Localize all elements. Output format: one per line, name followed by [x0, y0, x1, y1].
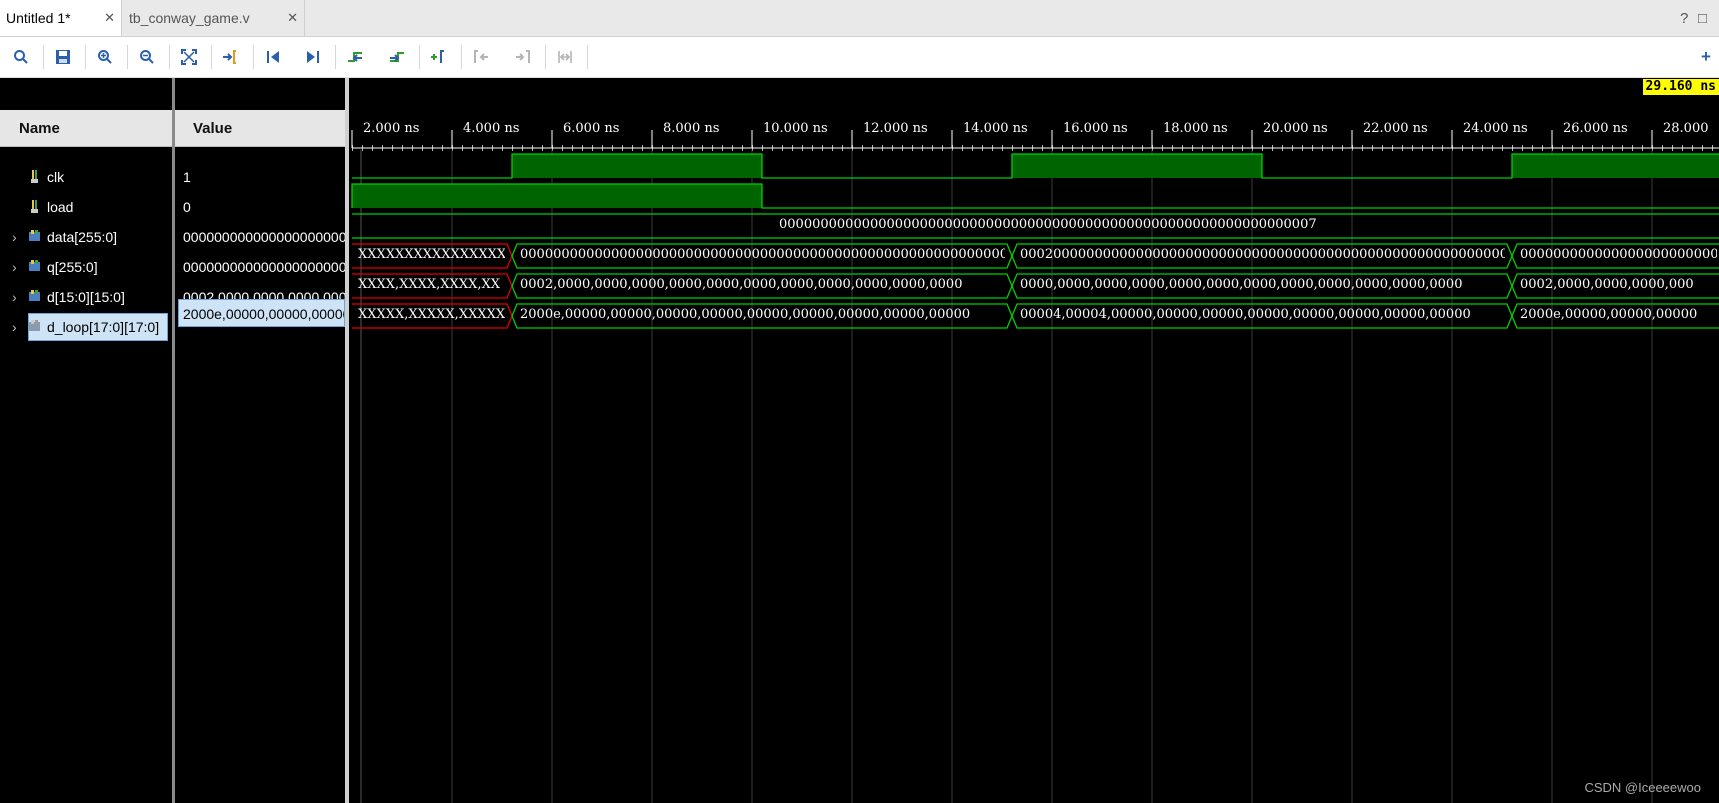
go-to-last-time-icon[interactable]	[300, 44, 326, 70]
waveform-toolbar: +	[0, 37, 1719, 78]
go-to-time-zero-icon[interactable]	[260, 44, 286, 70]
toolbar-separator	[461, 45, 462, 69]
toolbar-separator	[169, 45, 170, 69]
toolbar-separator	[127, 45, 128, 69]
d-bus-value: 0002,0000,0000,0000,000	[1520, 277, 1694, 292]
tab-label: Untitled 1*	[6, 10, 71, 26]
d-loop-bus-value: XXXXX,XXXXX,XXXXX	[358, 307, 505, 322]
q-bus-value: XXXXXXXXXXXXXXXXX	[358, 247, 505, 262]
d-loop-bus-value: 2000e,00000,00000,00000,00000,00000,0000…	[520, 307, 971, 322]
tab-untitled-1[interactable]: Untitled 1* ✕	[0, 0, 122, 36]
signal-value: 0000000000000000000000	[183, 259, 345, 275]
signal-row-d-loop[interactable]: › d_loop[17:0][17:0]	[0, 313, 172, 341]
q-bus-value: 0000000000000000000000000000000000000000…	[520, 247, 1005, 262]
q-bus-value: 000000000000000000000000	[1520, 247, 1717, 262]
d-bus-value: XXXX,XXXX,XXXX,XX	[358, 277, 500, 292]
bus-signal-icon	[29, 230, 40, 241]
search-icon[interactable]	[8, 44, 34, 70]
close-icon[interactable]: ✕	[104, 0, 115, 36]
value-column: Value 1 0 0000000000000000000000 0000000…	[175, 78, 345, 803]
signal-name: d_loop[17:0][17:0]	[47, 319, 160, 335]
name-column: Name clk load › data[255:0] › q[255:0] ›…	[0, 78, 172, 803]
q-bus-value: 0002000000000000000000000000000000000000…	[1020, 247, 1505, 262]
signal-row-clk[interactable]: clk	[0, 163, 172, 191]
expand-chevron-icon[interactable]: ›	[12, 283, 17, 311]
add-marker-icon[interactable]	[426, 44, 452, 70]
bus-signal-icon	[29, 320, 40, 331]
zoom-out-icon[interactable]	[134, 44, 160, 70]
previous-marker-icon[interactable]	[468, 44, 494, 70]
save-icon[interactable]	[50, 44, 76, 70]
toolbar-separator	[253, 45, 254, 69]
help-icon[interactable]: ?	[1680, 10, 1688, 27]
zoom-in-icon[interactable]	[92, 44, 118, 70]
signal-row-load[interactable]: load	[0, 193, 172, 221]
watermark-text: CSDN @Iceeeewoo	[1584, 780, 1701, 795]
waveform-traces	[351, 130, 1719, 803]
expand-chevron-icon[interactable]: ›	[12, 223, 17, 251]
previous-transition-icon[interactable]	[342, 44, 368, 70]
bit-signal-icon	[31, 200, 38, 213]
expand-chevron-icon[interactable]: ›	[12, 313, 17, 341]
next-transition-icon[interactable]	[384, 44, 410, 70]
signal-name: data[255:0]	[47, 229, 118, 245]
toolbar-separator	[419, 45, 420, 69]
bit-signal-icon	[31, 170, 38, 183]
d-bus-value: 0002,0000,0000,0000,0000,0000,0000,0000,…	[520, 277, 963, 292]
clk-wave	[352, 153, 1719, 179]
expand-chevron-icon[interactable]: ›	[12, 253, 17, 281]
toolbar-separator	[335, 45, 336, 69]
signal-value: 0	[183, 199, 191, 215]
next-marker-icon[interactable]	[510, 44, 536, 70]
close-icon[interactable]: ✕	[287, 0, 298, 36]
signal-row-q[interactable]: › q[255:0]	[0, 253, 172, 281]
signal-value: 0000000000000000000000	[183, 229, 345, 245]
data-bus-value: 0000000000000000000000000000000000000000…	[779, 217, 1317, 232]
signal-value-selected: 2000e,00000,00000,00000	[178, 299, 345, 327]
value-column-header[interactable]: Value	[175, 110, 345, 147]
toolbar-separator	[43, 45, 44, 69]
toolbar-separator	[545, 45, 546, 69]
signal-name: q[255:0]	[47, 259, 98, 275]
load-wave	[351, 183, 1719, 209]
tab-label: tb_conway_game.v	[129, 10, 250, 26]
signal-row-data[interactable]: › data[255:0]	[0, 223, 172, 251]
d-loop-bus-value: 00004,00004,00000,00000,00000,00000,0000…	[1020, 307, 1471, 322]
go-to-cursor-icon[interactable]	[218, 44, 244, 70]
tab-tb-conway-game[interactable]: tb_conway_game.v ✕	[123, 0, 305, 36]
toolbar-overflow-icon[interactable]: +	[1696, 44, 1716, 70]
signal-name: d[15:0][15:0]	[47, 289, 125, 305]
swap-cursors-icon[interactable]	[552, 44, 578, 70]
signal-row-d[interactable]: › d[15:0][15:0]	[0, 283, 172, 311]
signal-name: load	[47, 199, 74, 215]
tab-bar: Untitled 1* ✕ tb_conway_game.v ✕ ? □	[0, 0, 1719, 37]
zoom-fit-icon[interactable]	[176, 44, 202, 70]
signal-name: clk	[47, 169, 65, 185]
waveform-canvas[interactable]: 29.160 ns 2.000 ns 4.000 ns 6.000 ns 8.0…	[349, 78, 1719, 803]
bus-signal-icon	[29, 260, 40, 271]
bus-signal-icon	[29, 290, 40, 301]
d-bus-value: 0000,0000,0000,0000,0000,0000,0000,0000,…	[1020, 277, 1463, 292]
d-loop-bus-value: 2000e,00000,00000,00000	[1520, 307, 1698, 322]
toolbar-separator	[587, 45, 588, 69]
toolbar-separator	[85, 45, 86, 69]
signal-value: 1	[183, 169, 191, 185]
restore-icon[interactable]: □	[1698, 10, 1707, 27]
name-column-header[interactable]: Name	[0, 110, 172, 147]
toolbar-separator	[211, 45, 212, 69]
